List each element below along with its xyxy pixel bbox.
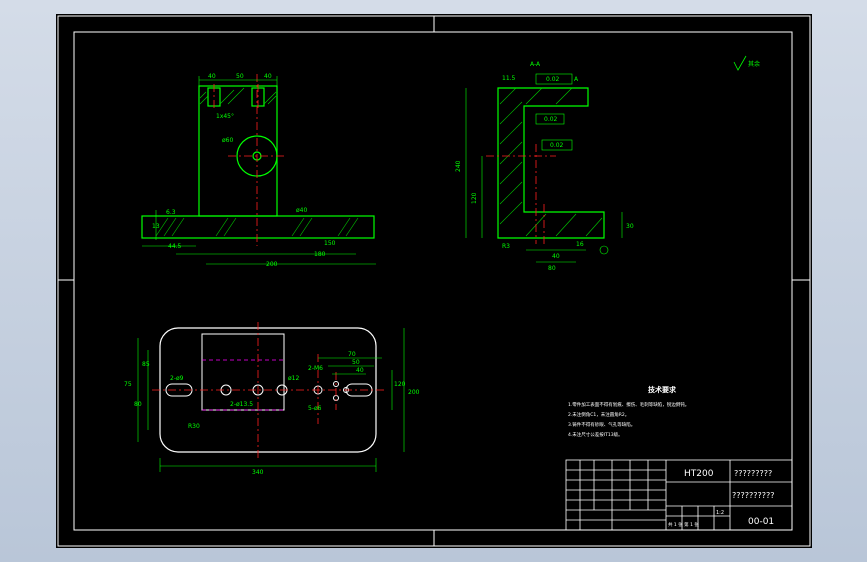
front-dim-bottom-0: 200 (266, 261, 278, 268)
plan-hole-label-3: 5-ø6 (308, 405, 322, 412)
plan-dim-left-2: 80 (134, 401, 142, 408)
front-dim-bottom-2: 150 (324, 240, 336, 247)
side-dim-bottom-1: 40 (552, 253, 560, 260)
plan-small-dim-1: 50 (352, 359, 360, 366)
roughness-symbol: 其余 (733, 55, 760, 71)
front-chamfer-label: 1x45° (216, 113, 234, 120)
front-dim-top-1: 50 (236, 73, 244, 80)
front-bore-label: ø60 (222, 137, 233, 144)
front-dim-bottom-1: 180 (314, 251, 326, 258)
plan-dim-right-1: 120 (394, 381, 406, 388)
technical-notes: 技术要求 1.零件加工表面不得有划痕、擦伤、毛刺等缺陷，锐边倒钝。 2.未注倒角… (568, 385, 689, 438)
side-view-dim-lines (465, 73, 623, 263)
front-dim-bottom-3: 44.5 (168, 243, 182, 250)
title-block-drawing-no: 00-01 (748, 517, 774, 527)
plan-hole-label-4: ø12 (288, 375, 299, 382)
plan-small-dim-0: 70 (348, 351, 356, 358)
front-view-outline (141, 85, 375, 239)
side-dim-bottom-2: 16 (576, 241, 584, 248)
title-block-material: HT200 (684, 469, 714, 479)
plan-small-dim-2: 40 (356, 367, 364, 374)
front-dim-left-0: 6.3 (166, 209, 176, 216)
notes-line-3: 4.未注尺寸公差按IT13级。 (568, 431, 623, 438)
title-block-sheet-row: 共 1 张 第 1 张 (668, 521, 699, 528)
side-dim-bottom-0: 80 (548, 265, 556, 272)
plan-dim-right-0: 200 (408, 389, 420, 396)
drawing-frame (57, 15, 811, 547)
side-dim-top-0: 11.5 (502, 75, 516, 82)
side-view-hatch (499, 87, 603, 237)
plan-dim-left-0: 75 (124, 381, 132, 388)
side-dim-top-1: 0.02 (546, 76, 560, 83)
plan-view-holes (165, 381, 373, 401)
side-datum-label: A (574, 76, 579, 83)
side-dim-top-2: 0.02 (544, 116, 558, 123)
notes-line-2: 3.铸件不得有砂眼、气孔等缺陷。 (568, 421, 635, 428)
plan-dim-left-1: 85 (142, 361, 150, 368)
plan-radius-label: R30 (188, 423, 200, 430)
drawing-viewport[interactable]: 40 50 40 1x45° ø60 ø40 200 180 150 44.5 … (56, 14, 812, 548)
plan-dim-width: 340 (252, 469, 264, 476)
plan-hole-label-0: 2-ø9 (170, 375, 184, 382)
title-block-company: ?????????? (732, 491, 774, 500)
plan-hole-label-2: 2-M6 (308, 365, 323, 372)
side-dim-bottom-3: R3 (502, 243, 510, 250)
title-block-scale: 1:2 (716, 510, 724, 516)
front-view-dim-lines (142, 76, 376, 265)
cad-drawing: 40 50 40 1x45° ø60 ø40 200 180 150 44.5 … (57, 15, 811, 547)
plan-view-column (201, 333, 285, 411)
side-dim-height-0: 240 (455, 160, 462, 172)
front-view: 40 50 40 1x45° ø60 ø40 200 180 150 44.5 … (141, 73, 376, 268)
plan-view: 340 200 120 75 85 80 2-ø9 2-ø13.5 2-M6 5… (124, 322, 420, 476)
front-dim-top-0: 40 (208, 73, 216, 80)
title-block: HT200 ????????? ?????????? 00-01 1:2 共 1… (565, 459, 793, 531)
title-block-part-name: ????????? (734, 469, 772, 478)
notes-line-0: 1.零件加工表面不得有划痕、擦伤、毛刺等缺陷，锐边倒钝。 (568, 401, 689, 408)
front-slot-label: ø40 (296, 207, 307, 214)
side-dim-top-3: 0.02 (550, 142, 564, 149)
front-dim-top-2: 40 (264, 73, 272, 80)
notes-line-1: 2.未注倒角C1，未注圆角R2。 (568, 411, 629, 418)
roughness-label: 其余 (748, 60, 760, 68)
plan-hole-label-1: 2-ø13.5 (230, 401, 253, 408)
side-view: A-A 240 120 30 11.5 0.02 0.02 0.02 A 80 … (455, 61, 634, 272)
front-dim-left-1: 13 (152, 223, 160, 230)
side-view-centerlines (486, 144, 556, 246)
front-view-centerlines (213, 74, 286, 246)
side-section-label: A-A (530, 61, 541, 68)
side-dim-right: 30 (626, 223, 634, 230)
side-dim-height-1: 120 (471, 192, 478, 204)
notes-title: 技术要求 (648, 385, 677, 394)
plan-view-centerlines (152, 322, 386, 458)
